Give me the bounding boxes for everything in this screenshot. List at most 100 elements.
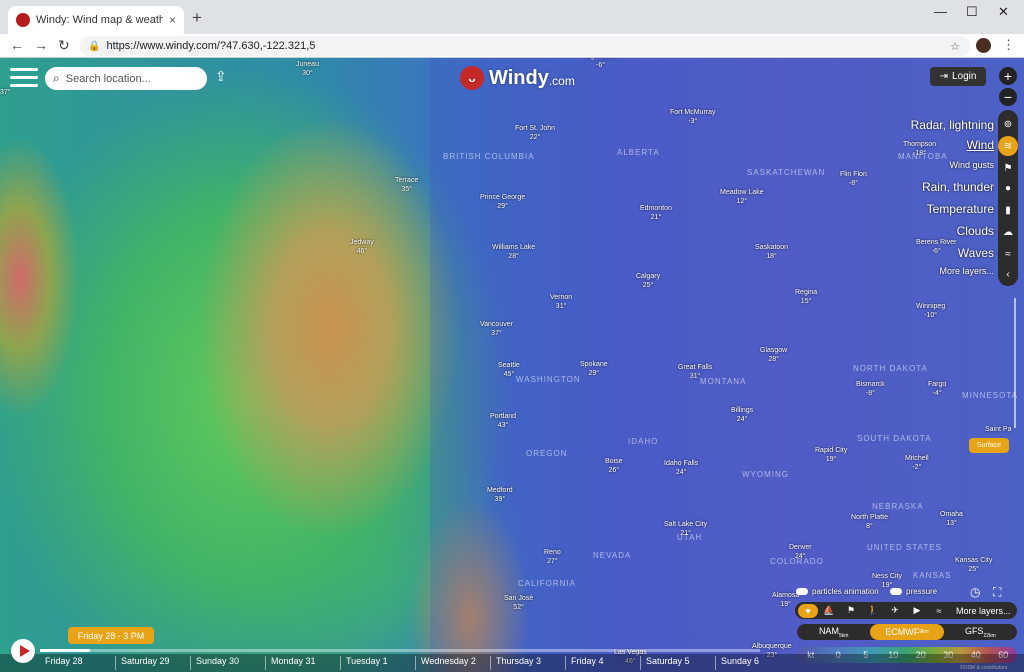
particles-toggle[interactable]: particles animation (796, 587, 879, 596)
camera-icon[interactable]: ▶ (906, 605, 928, 616)
clock-icon[interactable]: ◷ (970, 585, 980, 599)
more-layers-link[interactable]: More layers... (956, 606, 1011, 616)
plane-icon[interactable]: ✈ (884, 605, 906, 616)
model-option[interactable]: NAM5km (797, 626, 870, 639)
current-time-badge[interactable]: Friday 28 - 3 PM (68, 627, 154, 644)
heart-icon[interactable]: ♥ (798, 603, 818, 618)
layer-item-label[interactable]: Clouds (957, 224, 994, 238)
layer-item-label[interactable]: Wind (967, 138, 994, 152)
play-button[interactable] (11, 639, 35, 663)
fullscreen-icon[interactable]: ⛶ (993, 585, 1001, 600)
city-label[interactable]: Juneau 30° (296, 60, 319, 78)
layer-item-label[interactable]: Rain, thunder (922, 180, 994, 194)
new-tab-button[interactable]: + (192, 8, 202, 28)
city-label[interactable]: Glasgow 28° (760, 346, 787, 364)
city-label[interactable]: Vancouver 37° (480, 320, 513, 338)
browser-menu-icon[interactable]: ⋮ (1002, 37, 1015, 53)
weather-map[interactable]: Juneau30° High Level-6° Fort McMurray-3° Fo… (0, 58, 1024, 672)
timeline-day[interactable]: Monday 31 (265, 656, 340, 670)
zoom-out-button[interactable]: − (999, 88, 1017, 106)
altitude-slider[interactable] (1014, 298, 1016, 428)
maximize-button[interactable]: ☐ (966, 4, 978, 20)
wind-icon[interactable]: ≋ (998, 136, 1018, 156)
timeline-day[interactable]: Saturday 5 (640, 656, 715, 670)
share-icon[interactable]: ⇪ (215, 68, 227, 85)
city-label[interactable]: Rapid City 19° (815, 446, 847, 464)
waves-icon[interactable]: ≈ (998, 244, 1018, 264)
boat-icon[interactable]: ⛵ (818, 605, 840, 616)
profile-avatar[interactable] (976, 38, 991, 53)
search-input[interactable]: ⌕ Search location... (45, 67, 207, 90)
city-label[interactable]: Reno 27° (544, 548, 561, 566)
layer-item-label[interactable]: Temperature (927, 202, 994, 216)
login-button[interactable]: ⇥ Login (930, 67, 986, 86)
city-label[interactable]: Medford 39° (487, 486, 513, 504)
city-label[interactable]: Mitchell -2° (905, 454, 929, 472)
radar-icon[interactable]: ⊚ (998, 114, 1018, 134)
city-label[interactable]: Terrace 35° (395, 176, 418, 194)
timeline-day[interactable]: Thursday 3 (490, 656, 565, 670)
flag-icon[interactable]: ⚑ (840, 605, 862, 616)
city-label[interactable]: Fort St. John 22° (515, 124, 555, 142)
city-label[interactable]: Flin Flon -8° (840, 170, 867, 188)
city-label[interactable]: San José 52° (504, 594, 533, 612)
city-label[interactable]: Saint Pa (985, 425, 1011, 434)
city-label[interactable]: Kansas City 25° (955, 556, 992, 574)
windy-logo[interactable]: ᴗ Windy .com (460, 66, 575, 90)
menu-hamburger-icon[interactable] (10, 68, 38, 88)
pressure-toggle-switch[interactable] (890, 588, 902, 595)
city-label[interactable]: Jedway 46° (350, 238, 374, 256)
timeline-day[interactable]: Sunday 6 (715, 656, 790, 670)
timeline-day[interactable]: Tuesday 1 (340, 656, 415, 670)
chevron-left-icon[interactable]: ‹ (998, 264, 1018, 284)
city-label[interactable]: Meadow Lake 12° (720, 188, 764, 206)
bookmark-star-icon[interactable]: ☆ (950, 40, 960, 53)
flag-icon[interactable]: ⚑ (998, 158, 1018, 178)
city-label[interactable]: North Platte 8° (851, 513, 888, 531)
man-icon[interactable]: 🚶 (862, 605, 884, 616)
city-label[interactable]: Portland 43° (490, 412, 516, 430)
timeline-day[interactable]: Sunday 30 (190, 656, 265, 670)
timeline-day[interactable]: Friday 4 (565, 656, 640, 670)
particles-toggle-switch[interactable] (796, 588, 808, 595)
timeline-day[interactable]: Wednesday 2 (415, 656, 490, 670)
model-option[interactable]: ECMWF 9km (870, 624, 944, 640)
city-label[interactable]: Bismarck -8° (856, 380, 885, 398)
close-window-button[interactable]: ✕ (998, 4, 1009, 20)
city-label[interactable]: High Level-6° (584, 58, 617, 70)
thermometer-icon[interactable]: ▮ (998, 200, 1018, 220)
model-option[interactable]: GFS22km (944, 626, 1017, 639)
zoom-in-button[interactable]: + (999, 67, 1017, 85)
layer-item-label[interactable]: Wind gusts (949, 160, 994, 170)
city-label[interactable]: Omaha 13° (940, 510, 963, 528)
city-label[interactable]: Fargo -4° (928, 380, 946, 398)
city-label[interactable]: Boise 26° (605, 457, 623, 475)
rain-drop-icon[interactable]: ● (998, 178, 1018, 198)
back-icon[interactable]: ← (10, 37, 24, 53)
city-label[interactable]: Spokane 29° (580, 360, 608, 378)
layer-item-label[interactable]: Radar, lightning (911, 118, 994, 132)
city-label[interactable]: Berens River -6° (916, 238, 956, 256)
city-label[interactable]: Fort McMurray -3° (670, 108, 716, 126)
tab-close-button[interactable]: × (169, 13, 176, 27)
browser-tab[interactable]: Windy: Wind map & weather for × (8, 6, 184, 34)
city-label[interactable]: Prince George 29° (480, 193, 525, 211)
minimize-button[interactable]: — (934, 4, 947, 19)
address-bar[interactable]: 🔒 https://www.windy.com/?47.630,-122.321… (80, 36, 970, 56)
cloud-icon[interactable]: ☁ (998, 222, 1018, 242)
forward-icon[interactable]: → (34, 37, 48, 53)
city-label[interactable]: Edmonton 21° (640, 204, 672, 222)
city-label[interactable]: Idaho Falls 24° (664, 459, 698, 477)
timeline-day[interactable]: Saturday 29 (115, 656, 190, 670)
layer-item-label[interactable]: Waves (958, 246, 994, 260)
city-label[interactable]: Winnipeg -10° (916, 302, 945, 320)
timeline-day[interactable]: Friday 28 (40, 656, 115, 670)
city-label[interactable]: Williams Lake 28° (492, 243, 535, 261)
city-label[interactable]: Calgary 25° (636, 272, 660, 290)
city-label[interactable]: Regina 15° (795, 288, 817, 306)
city-label[interactable]: Billings 24° (731, 406, 753, 424)
pressure-toggle[interactable]: pressure (890, 587, 937, 596)
layer-item-label[interactable]: More layers... (939, 266, 994, 276)
reload-icon[interactable]: ↻ (58, 37, 70, 54)
city-label[interactable]: Vernon 31° (550, 293, 572, 311)
